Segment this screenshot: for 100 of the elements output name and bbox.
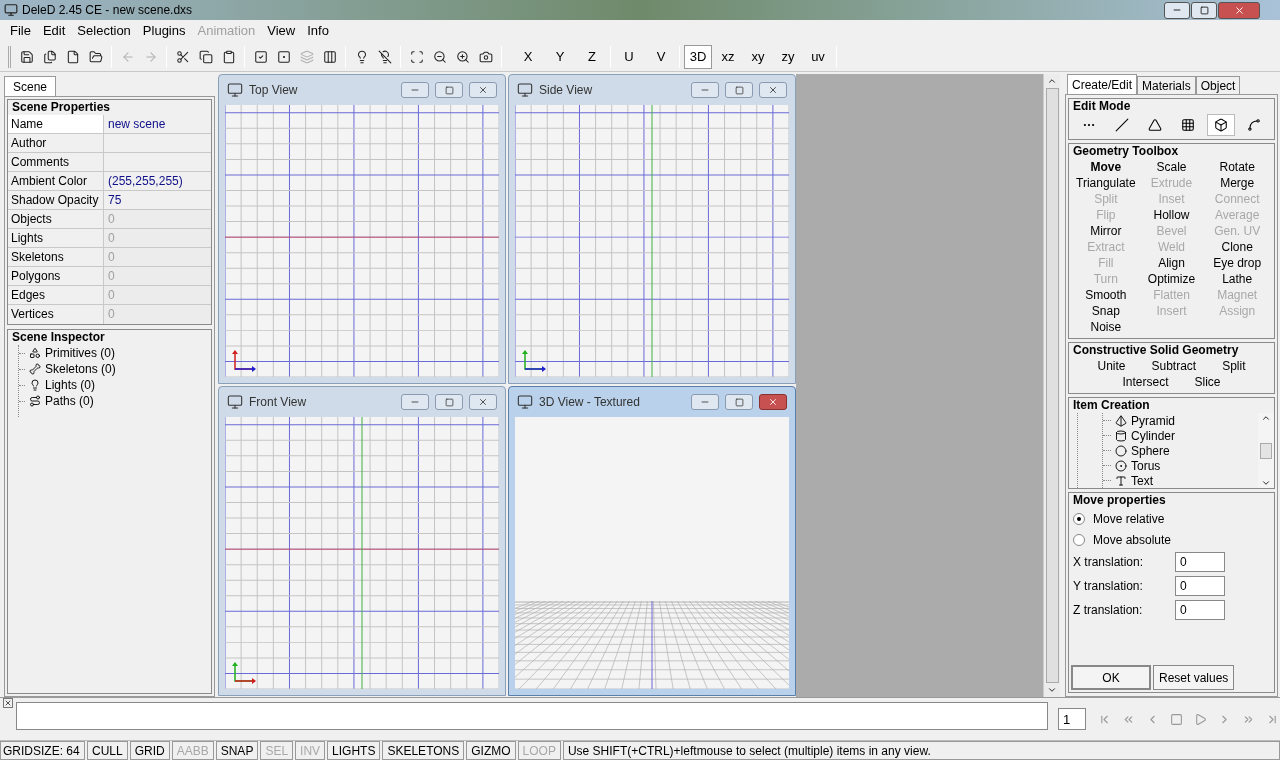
tool-button[interactable]: Align [1138,255,1205,271]
scroll-down-icon [1261,478,1271,488]
panel-tab[interactable]: Object [1195,76,1241,94]
toolbar-button[interactable]: Y [546,44,574,69]
property-label[interactable]: Name [8,115,104,133]
tree-item[interactable]: Skeletons (0) [19,361,211,377]
toolbar-button[interactable]: U [615,44,643,69]
axis-icon [231,661,257,685]
app-icon [517,394,533,410]
csg-button[interactable]: Slice [1194,374,1221,390]
toolbar-button[interactable]: V [647,44,675,69]
close-button[interactable] [469,82,497,98]
toolbar-button[interactable]: zy [774,44,802,69]
dialog-button[interactable]: Reset values [1153,665,1235,690]
csg-button[interactable]: Subtract [1151,358,1197,374]
tree-item[interactable]: Torus [1103,458,1258,473]
tool-button[interactable]: Noise [1073,319,1139,335]
close-icon [1233,4,1245,16]
close-button[interactable] [759,394,787,410]
menu-item[interactable]: View [261,21,302,41]
timeline-track[interactable] [15,702,1048,730]
playback-button[interactable] [1168,711,1184,727]
status-toggle[interactable]: LIGHTS [327,741,381,760]
field-label: X translation: [1073,554,1145,571]
axis-icon [521,349,547,373]
scrollbar[interactable] [1043,74,1060,697]
close-button[interactable] [759,82,787,98]
scroll-thumb[interactable] [1260,442,1272,459]
tree-item[interactable]: Primitives (0) [19,345,211,361]
menu-item[interactable]: Info [301,21,335,41]
layers-icon [299,49,314,64]
maximize-button[interactable] [435,82,463,98]
scrollbar[interactable] [1258,413,1274,488]
toolbar-button[interactable]: xy [744,44,772,69]
menu-item[interactable]: Edit [36,21,72,41]
tool-button[interactable]: Scale [1138,159,1205,175]
property-label[interactable]: Author [8,134,104,152]
status-toggle[interactable]: SKELETONS [382,741,465,760]
maximize-button[interactable] [1191,1,1217,19]
tool-button[interactable]: Optimize [1138,271,1205,287]
clipboard-icon [221,49,236,64]
toolbar-button[interactable]: xz [714,44,742,69]
csg-button[interactable]: Split [1222,358,1246,374]
toolbar-button[interactable]: uv [804,44,832,69]
maximize-button[interactable] [725,394,753,410]
toolbar-button[interactable]: X [514,44,542,69]
tool-button[interactable]: Clone [1204,239,1270,255]
tool-button[interactable]: Mirror [1073,223,1139,239]
tool-button[interactable]: Hollow [1138,207,1205,223]
section-title: Item Creation [1072,398,1151,413]
csg-button[interactable]: Intersect [1122,374,1169,390]
tool-button[interactable]: Lathe [1204,271,1270,287]
menu-item[interactable]: File [4,21,37,41]
tool-button[interactable]: Merge [1204,175,1270,191]
status-toggle[interactable]: SNAP [215,741,259,760]
tree-item[interactable]: Lights (0) [19,377,211,393]
tree-item[interactable]: Cylinder [1103,428,1258,443]
radio-button[interactable] [1073,533,1085,546]
app-icon [227,82,243,98]
maximize-button[interactable] [435,394,463,410]
dialog-button[interactable]: OK [1071,665,1151,690]
tree-item[interactable]: Text [1103,473,1258,488]
bone-icon [29,363,41,375]
frame-input[interactable]: 1 [1058,708,1086,730]
input-field[interactable]: 0 [1175,576,1225,596]
edit-mode-button[interactable] [1206,114,1235,136]
tool-button[interactable]: Triangulate [1073,175,1139,191]
tool-button[interactable]: Eye drop [1204,255,1270,271]
viewport-title: Top View [249,82,299,99]
viewport-title: Front View [249,394,308,411]
panel-tab[interactable]: Materials [1137,76,1196,94]
maximize-button[interactable] [725,82,753,98]
tool-button[interactable]: Snap [1073,303,1139,319]
tree-item[interactable]: Paths (0) [19,393,211,409]
toolbar-button[interactable]: 3D [684,44,712,69]
close-button[interactable] [1218,1,1260,19]
status-toggle[interactable]: GIZMO [466,741,516,760]
status-toggle[interactable]: GRID [129,741,170,760]
csg-button[interactable]: Unite [1097,358,1126,374]
tool-button[interactable]: Smooth [1073,287,1139,303]
panel-tab[interactable]: Create/Edit [1067,74,1138,94]
status-toggle[interactable]: CULL [87,741,128,760]
property-label[interactable]: Comments [8,153,104,171]
tool-button[interactable]: Rotate [1204,159,1270,175]
tree-item[interactable]: Sphere [1103,443,1258,458]
radio-button[interactable] [1073,512,1085,525]
close-icon [768,397,778,407]
input-field[interactable]: 0 [1175,600,1225,620]
menu-item[interactable]: Selection [71,21,137,41]
stop-icon [1169,712,1183,726]
panel-tab[interactable]: Scene [4,76,57,96]
scissors-icon [175,49,190,64]
menu-item[interactable]: Plugins [136,21,192,41]
toolbar-button[interactable]: Z [578,44,606,69]
tree-item[interactable]: Pyramid [1103,413,1258,428]
tool-button[interactable]: Move [1073,159,1139,175]
input-field[interactable]: 0 [1175,552,1225,572]
right-arrow-icon [143,49,158,64]
close-button[interactable] [469,394,497,410]
minimize-button[interactable] [1164,1,1190,19]
